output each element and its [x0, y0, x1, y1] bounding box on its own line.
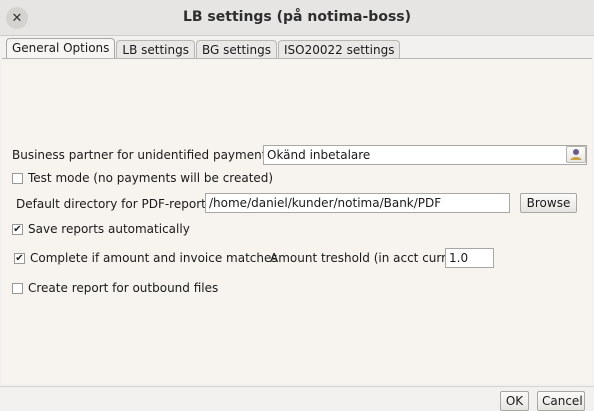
threshold-field[interactable]: 1.0 [445, 248, 494, 268]
window-title: LB settings (på notima-boss) [182, 9, 412, 25]
tab-iso20022-settings[interactable]: ISO20022 settings [278, 40, 401, 59]
title-bar: ✕ LB settings (på notima-boss) [0, 0, 594, 36]
tab-bg-settings[interactable]: BG settings [196, 40, 277, 59]
general-options-panel [2, 58, 592, 384]
ok-button[interactable]: OK [500, 391, 529, 411]
partner-lookup-button[interactable] [566, 146, 586, 163]
footer-separator [0, 386, 594, 387]
tab-general-options[interactable]: General Options [6, 38, 116, 59]
save-reports-checkbox[interactable]: ✔ [12, 224, 23, 235]
checkmark-icon: ✔ [15, 253, 24, 264]
save-reports-label: Save reports automatically [28, 222, 190, 236]
partner-field[interactable]: Okänd inbetalare [263, 145, 587, 165]
complete-checkbox[interactable]: ✔ [14, 253, 25, 264]
partner-label: Business partner for unidentified paymen… [12, 148, 273, 162]
person-lookup-icon [570, 149, 582, 160]
checkmark-icon: ✔ [13, 224, 22, 235]
tab-bar: General Options LB settings BG settings … [6, 38, 401, 59]
complete-label: Complete if amount and invoice matches [30, 251, 278, 265]
browse-button[interactable]: Browse [520, 193, 577, 213]
threshold-label: Amount treshold (in acct curr) [270, 251, 451, 265]
pdf-dir-label: Default directory for PDF-reports [16, 197, 213, 211]
cancel-button[interactable]: Cancel [537, 391, 585, 411]
tab-lb-settings[interactable]: LB settings [116, 40, 195, 59]
pdf-dir-field[interactable]: /home/daniel/kunder/notima/Bank/PDF [205, 193, 510, 213]
outbound-label: Create report for outbound files [28, 281, 219, 295]
test-mode-checkbox[interactable] [12, 173, 23, 184]
test-mode-label: Test mode (no payments will be created) [28, 171, 274, 185]
outbound-checkbox[interactable] [12, 283, 23, 294]
